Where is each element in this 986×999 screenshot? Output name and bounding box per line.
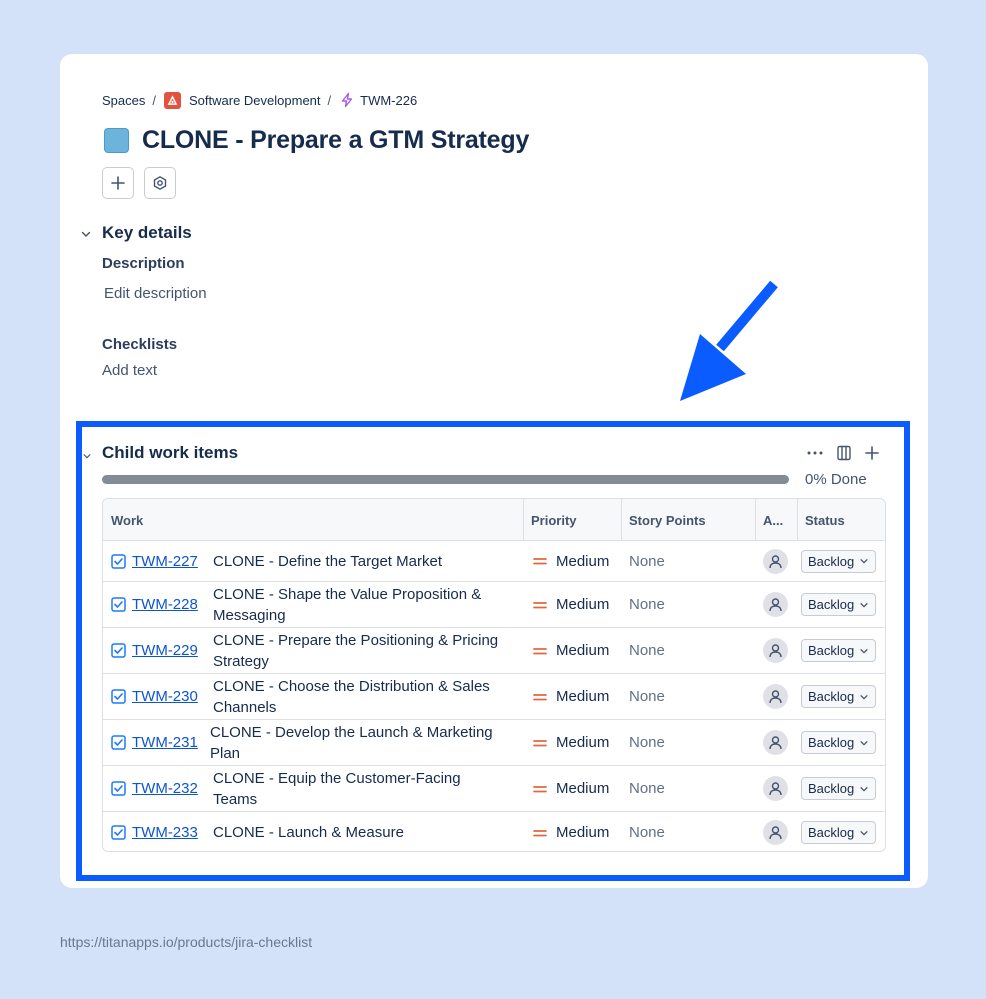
title-row: CLONE - Prepare a GTM Strategy [104,126,529,155]
highlight-frame [76,421,910,881]
page-title[interactable]: CLONE - Prepare a GTM Strategy [142,126,529,155]
annotation-arrow-icon [680,280,778,401]
apps-button[interactable] [144,167,176,199]
footer-url[interactable]: https://titanapps.io/products/jira-check… [60,934,312,950]
key-details-heading[interactable]: Key details [102,223,192,243]
issue-type-icon [104,128,129,153]
plus-icon [111,176,125,190]
breadcrumb-parent-key[interactable]: TWM-226 [360,93,417,108]
hexagon-settings-icon [153,176,167,190]
checklists-field[interactable]: Add text [102,362,157,379]
checklists-label: Checklists [102,336,178,353]
epic-bolt-icon [339,92,355,108]
breadcrumb-separator: / [152,92,156,108]
breadcrumb-project[interactable]: Software Development [189,93,321,108]
description-field[interactable]: Edit description [104,285,207,302]
project-icon [164,91,181,109]
key-details-chevron-down-icon[interactable] [80,227,92,245]
description-label: Description [102,255,185,272]
add-button[interactable] [102,167,134,199]
breadcrumb-separator: / [327,92,332,108]
breadcrumb: Spaces / Software Development / TWM-226 [102,90,417,110]
breadcrumb-spaces[interactable]: Spaces [102,93,145,108]
